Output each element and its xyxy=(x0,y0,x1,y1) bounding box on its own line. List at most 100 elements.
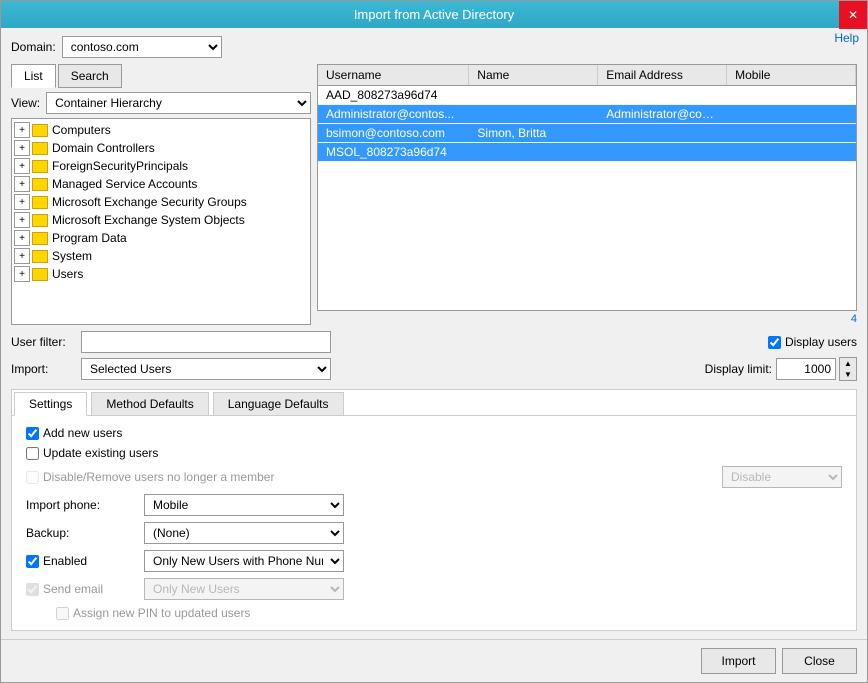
list-item[interactable]: + Computers xyxy=(14,121,308,139)
table-row[interactable]: MSOL_808273a96d74 xyxy=(318,143,856,162)
list-item[interactable]: + Microsoft Exchange Security Groups xyxy=(14,193,308,211)
send-email-label[interactable]: Send email xyxy=(26,582,136,596)
table-row[interactable]: Administrator@contos... Administrator@co… xyxy=(318,105,856,124)
import-label: Import: xyxy=(11,362,71,376)
tree-item-label: Computers xyxy=(52,123,111,137)
list-item[interactable]: + Program Data xyxy=(14,229,308,247)
main-area: List Search View: Container Hierarchy + … xyxy=(11,64,857,325)
tree-expander[interactable]: + xyxy=(14,212,30,228)
assign-pin-label[interactable]: Assign new PIN to updated users xyxy=(56,606,250,620)
send-email-select: Only New Users xyxy=(144,578,344,600)
close-button[interactable]: Close xyxy=(782,648,857,674)
backup-select[interactable]: (None) xyxy=(144,522,344,544)
list-item[interactable]: + System xyxy=(14,247,308,265)
settings-tab-settings[interactable]: Settings xyxy=(14,392,87,416)
tree-expander[interactable]: + xyxy=(14,176,30,192)
tree-expander[interactable]: + xyxy=(14,230,30,246)
table-cell-mobile xyxy=(727,86,856,104)
settings-tab-method[interactable]: Method Defaults xyxy=(91,392,208,415)
add-new-users-text: Add new users xyxy=(43,426,122,440)
col-mobile: Mobile xyxy=(727,65,856,85)
enabled-checkbox[interactable] xyxy=(26,555,39,568)
filter-label: User filter: xyxy=(11,335,71,349)
table-cell-name xyxy=(469,143,598,161)
folder-icon xyxy=(32,232,48,245)
view-label: View: xyxy=(11,96,40,110)
page-number: 4 xyxy=(317,313,857,325)
send-email-row: Send email Only New Users xyxy=(26,578,842,600)
table-cell-email xyxy=(598,143,727,161)
assign-pin-checkbox[interactable] xyxy=(56,607,69,620)
domain-select[interactable]: contoso.com xyxy=(62,36,222,58)
table-row[interactable]: bsimon@contoso.com Simon, Britta xyxy=(318,124,856,143)
disable-remove-label[interactable]: Disable/Remove users no longer a member xyxy=(26,470,274,484)
settings-tabs: Settings Method Defaults Language Defaul… xyxy=(12,390,856,416)
send-email-checkbox[interactable] xyxy=(26,583,39,596)
spinner-up[interactable]: ▲ xyxy=(840,358,856,369)
folder-icon xyxy=(32,196,48,209)
tree-expander[interactable]: + xyxy=(14,122,30,138)
domain-label: Domain: xyxy=(11,40,56,54)
tree-item-label: Microsoft Exchange System Objects xyxy=(52,213,245,227)
list-item[interactable]: + Domain Controllers xyxy=(14,139,308,157)
disable-remove-checkbox[interactable] xyxy=(26,471,39,484)
list-item[interactable]: + Managed Service Accounts xyxy=(14,175,308,193)
filter-row: User filter: Display users xyxy=(11,331,857,353)
tree-expander[interactable]: + xyxy=(14,194,30,210)
folder-icon xyxy=(32,268,48,281)
tree-expander[interactable]: + xyxy=(14,158,30,174)
list-item[interactable]: + Users xyxy=(14,265,308,283)
send-email-text: Send email xyxy=(43,582,103,596)
tree-item-label: Managed Service Accounts xyxy=(52,177,197,191)
right-panel: Username Name Email Address Mobile AAD_8… xyxy=(317,64,857,325)
tree-expander[interactable]: + xyxy=(14,140,30,156)
display-users-checkbox[interactable] xyxy=(768,336,781,349)
table-cell-email xyxy=(598,86,727,104)
import-phone-row: Import phone: Mobile xyxy=(26,494,842,516)
assign-pin-text: Assign new PIN to updated users xyxy=(73,606,250,620)
table-cell-username: MSOL_808273a96d74 xyxy=(318,143,469,161)
update-existing-checkbox[interactable] xyxy=(26,447,39,460)
tree-container[interactable]: + Computers + Domain Controllers + Forei… xyxy=(11,118,311,325)
list-item[interactable]: + Microsoft Exchange System Objects xyxy=(14,211,308,229)
view-select[interactable]: Container Hierarchy xyxy=(46,92,311,114)
display-limit-input[interactable] xyxy=(776,358,836,380)
update-existing-text: Update existing users xyxy=(43,446,158,460)
import-button[interactable]: Import xyxy=(701,648,776,674)
table-header: Username Name Email Address Mobile xyxy=(318,65,856,86)
filter-input[interactable] xyxy=(81,331,331,353)
display-users-label[interactable]: Display users xyxy=(785,335,857,349)
backup-label: Backup: xyxy=(26,526,136,540)
window-close-button[interactable]: ✕ xyxy=(839,1,867,29)
list-item[interactable]: + ForeignSecurityPrincipals xyxy=(14,157,308,175)
spinner-down[interactable]: ▼ xyxy=(840,369,856,380)
tab-list[interactable]: List xyxy=(11,64,56,88)
spinner-buttons: ▲ ▼ xyxy=(839,357,857,381)
table-row[interactable]: AAD_808273a96d74 xyxy=(318,86,856,105)
add-new-users-label[interactable]: Add new users xyxy=(26,426,122,440)
tab-search[interactable]: Search xyxy=(58,64,122,88)
table-body[interactable]: AAD_808273a96d74 Administrator@contos...… xyxy=(318,86,856,310)
import-select[interactable]: Selected Users xyxy=(81,358,331,380)
settings-section: Settings Method Defaults Language Defaul… xyxy=(11,389,857,631)
enabled-select[interactable]: Only New Users with Phone Number xyxy=(144,550,344,572)
disable-option-select: Disable xyxy=(722,466,842,488)
domain-row: Domain: contoso.com xyxy=(11,36,857,58)
display-users-check: Display users xyxy=(768,335,857,349)
settings-tab-language[interactable]: Language Defaults xyxy=(213,392,344,415)
col-email: Email Address xyxy=(598,65,727,85)
tree-expander[interactable]: + xyxy=(14,266,30,282)
table-cell-email xyxy=(598,124,727,142)
table-cell-username: bsimon@contoso.com xyxy=(318,124,469,142)
update-existing-label[interactable]: Update existing users xyxy=(26,446,158,460)
folder-icon xyxy=(32,178,48,191)
display-limit-label: Display limit: xyxy=(705,362,772,376)
tree-expander[interactable]: + xyxy=(14,248,30,264)
help-link[interactable]: Help xyxy=(834,31,859,45)
table-cell-mobile xyxy=(727,143,856,161)
import-phone-select[interactable]: Mobile xyxy=(144,494,344,516)
tree-item-label: System xyxy=(52,249,92,263)
bottom-section: User filter: Display users Import: Selec… xyxy=(11,331,857,631)
enabled-label[interactable]: Enabled xyxy=(26,554,136,568)
add-new-users-checkbox[interactable] xyxy=(26,427,39,440)
